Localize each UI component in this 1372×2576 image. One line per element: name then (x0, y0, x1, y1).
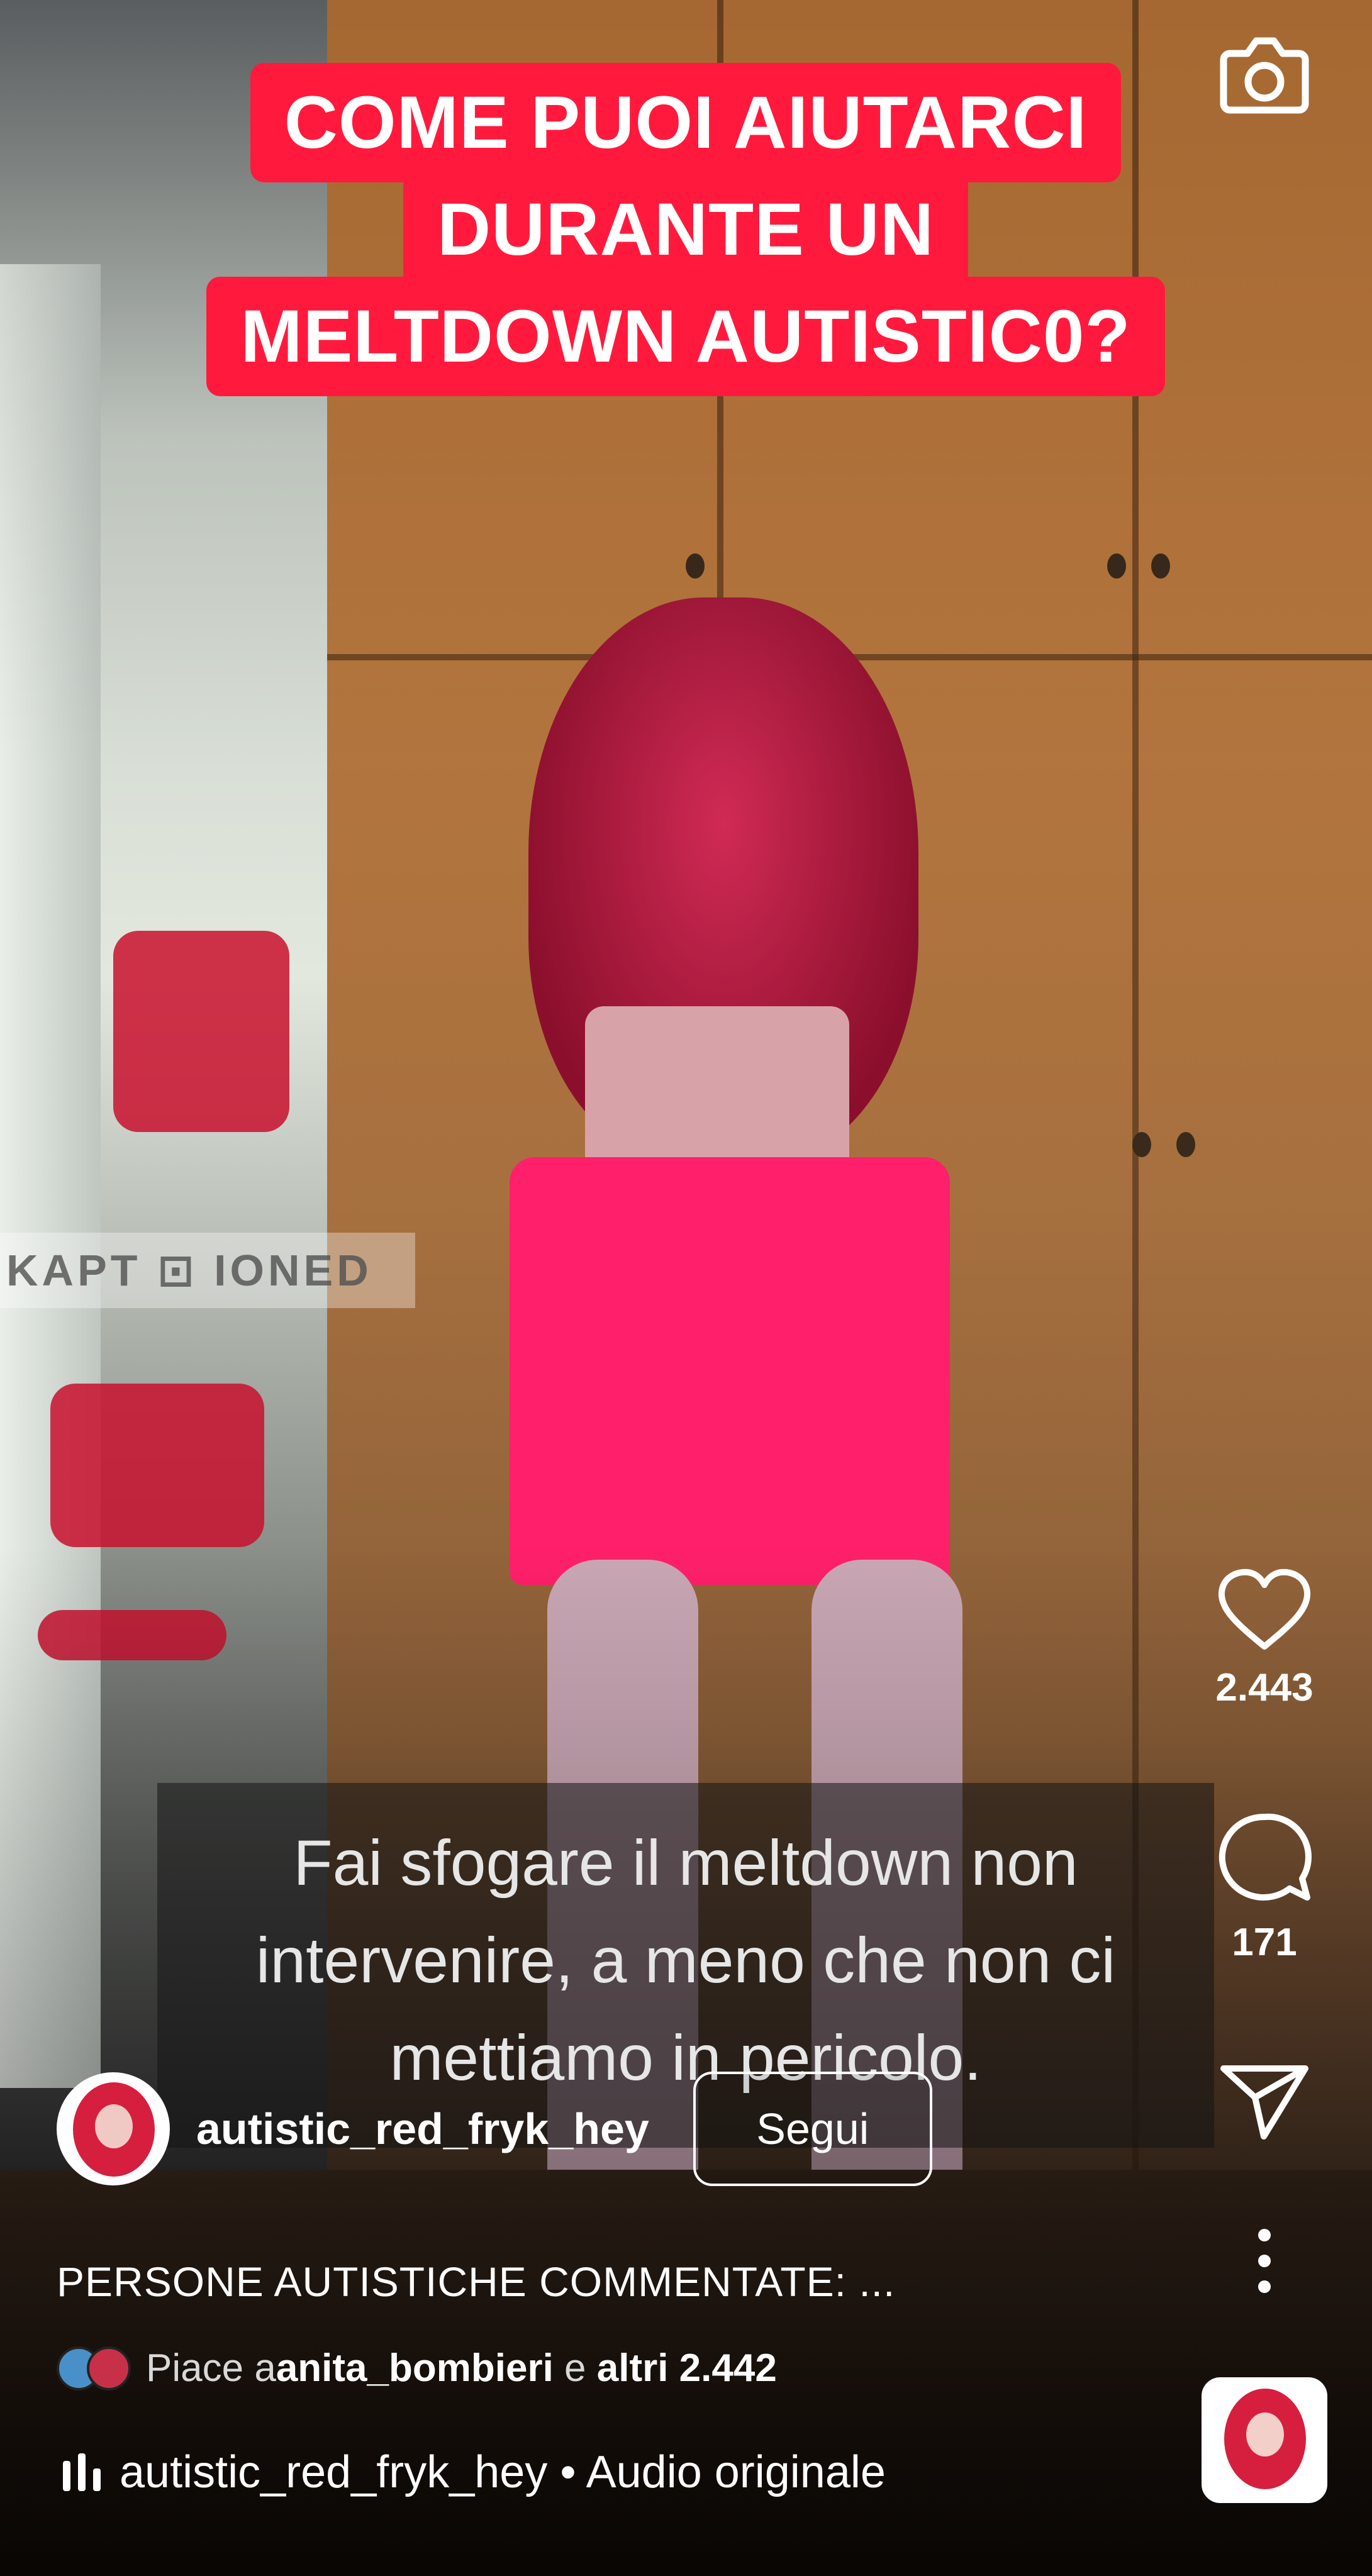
liked-by-user[interactable]: anita_bombieri (276, 2346, 554, 2390)
audio-row[interactable]: autistic_red_fryk_hey • Audio originale (63, 2446, 886, 2498)
heart-icon (1218, 1568, 1311, 1650)
headline-overlay: COME PUOI AIUTARCI DURANTE UN MELTDOWN A… (182, 63, 1189, 396)
headline-line-1: COME PUOI AIUTARCI (250, 63, 1122, 182)
liker-avatar (87, 2346, 131, 2390)
author-username[interactable]: autistic_red_fryk_hey (196, 2104, 649, 2154)
author-row: autistic_red_fryk_hey Segui (57, 2072, 932, 2186)
audio-bars-icon (63, 2453, 101, 2491)
follow-button[interactable]: Segui (693, 2072, 932, 2186)
audio-label: autistic_red_fryk_hey • Audio originale (120, 2447, 886, 2497)
like-button[interactable]: 2.443 (1202, 1566, 1327, 1710)
audio-thumbnail[interactable] (1202, 2377, 1327, 2503)
caption-text[interactable]: PERSONE AUTISTICHE COMMENTATE: ... (57, 2258, 895, 2306)
liked-by-row[interactable]: Piace a anita_bombieri e altri 2.442 (57, 2346, 777, 2390)
liked-by-prefix: Piace a (146, 2346, 276, 2390)
share-button[interactable] (1202, 2060, 1327, 2141)
likes-count: 2.443 (1215, 1666, 1313, 1709)
camera-button[interactable] (1217, 28, 1312, 116)
comments-count: 171 (1232, 1921, 1297, 1964)
avatar[interactable] (57, 2072, 170, 2185)
send-icon (1220, 2065, 1308, 2140)
subtitle-text: Fai sfogare il meltdown non intervenire,… (255, 1827, 1116, 2094)
headline-line-2: DURANTE UN (403, 170, 969, 289)
more-vertical-icon (1258, 2229, 1271, 2293)
headline-line-3: MELTDOWN AUTISTIC0? (206, 277, 1165, 396)
comment-button[interactable]: 171 (1202, 1808, 1327, 1965)
camera-icon (1220, 37, 1309, 114)
liked-by-and: e (553, 2346, 597, 2390)
more-options-button[interactable] (1242, 2226, 1286, 2296)
liked-by-others[interactable]: altri 2.442 (597, 2346, 777, 2390)
watermark: KAPT ⊡ IONED (0, 1233, 415, 1308)
comment-icon (1219, 1813, 1312, 1901)
